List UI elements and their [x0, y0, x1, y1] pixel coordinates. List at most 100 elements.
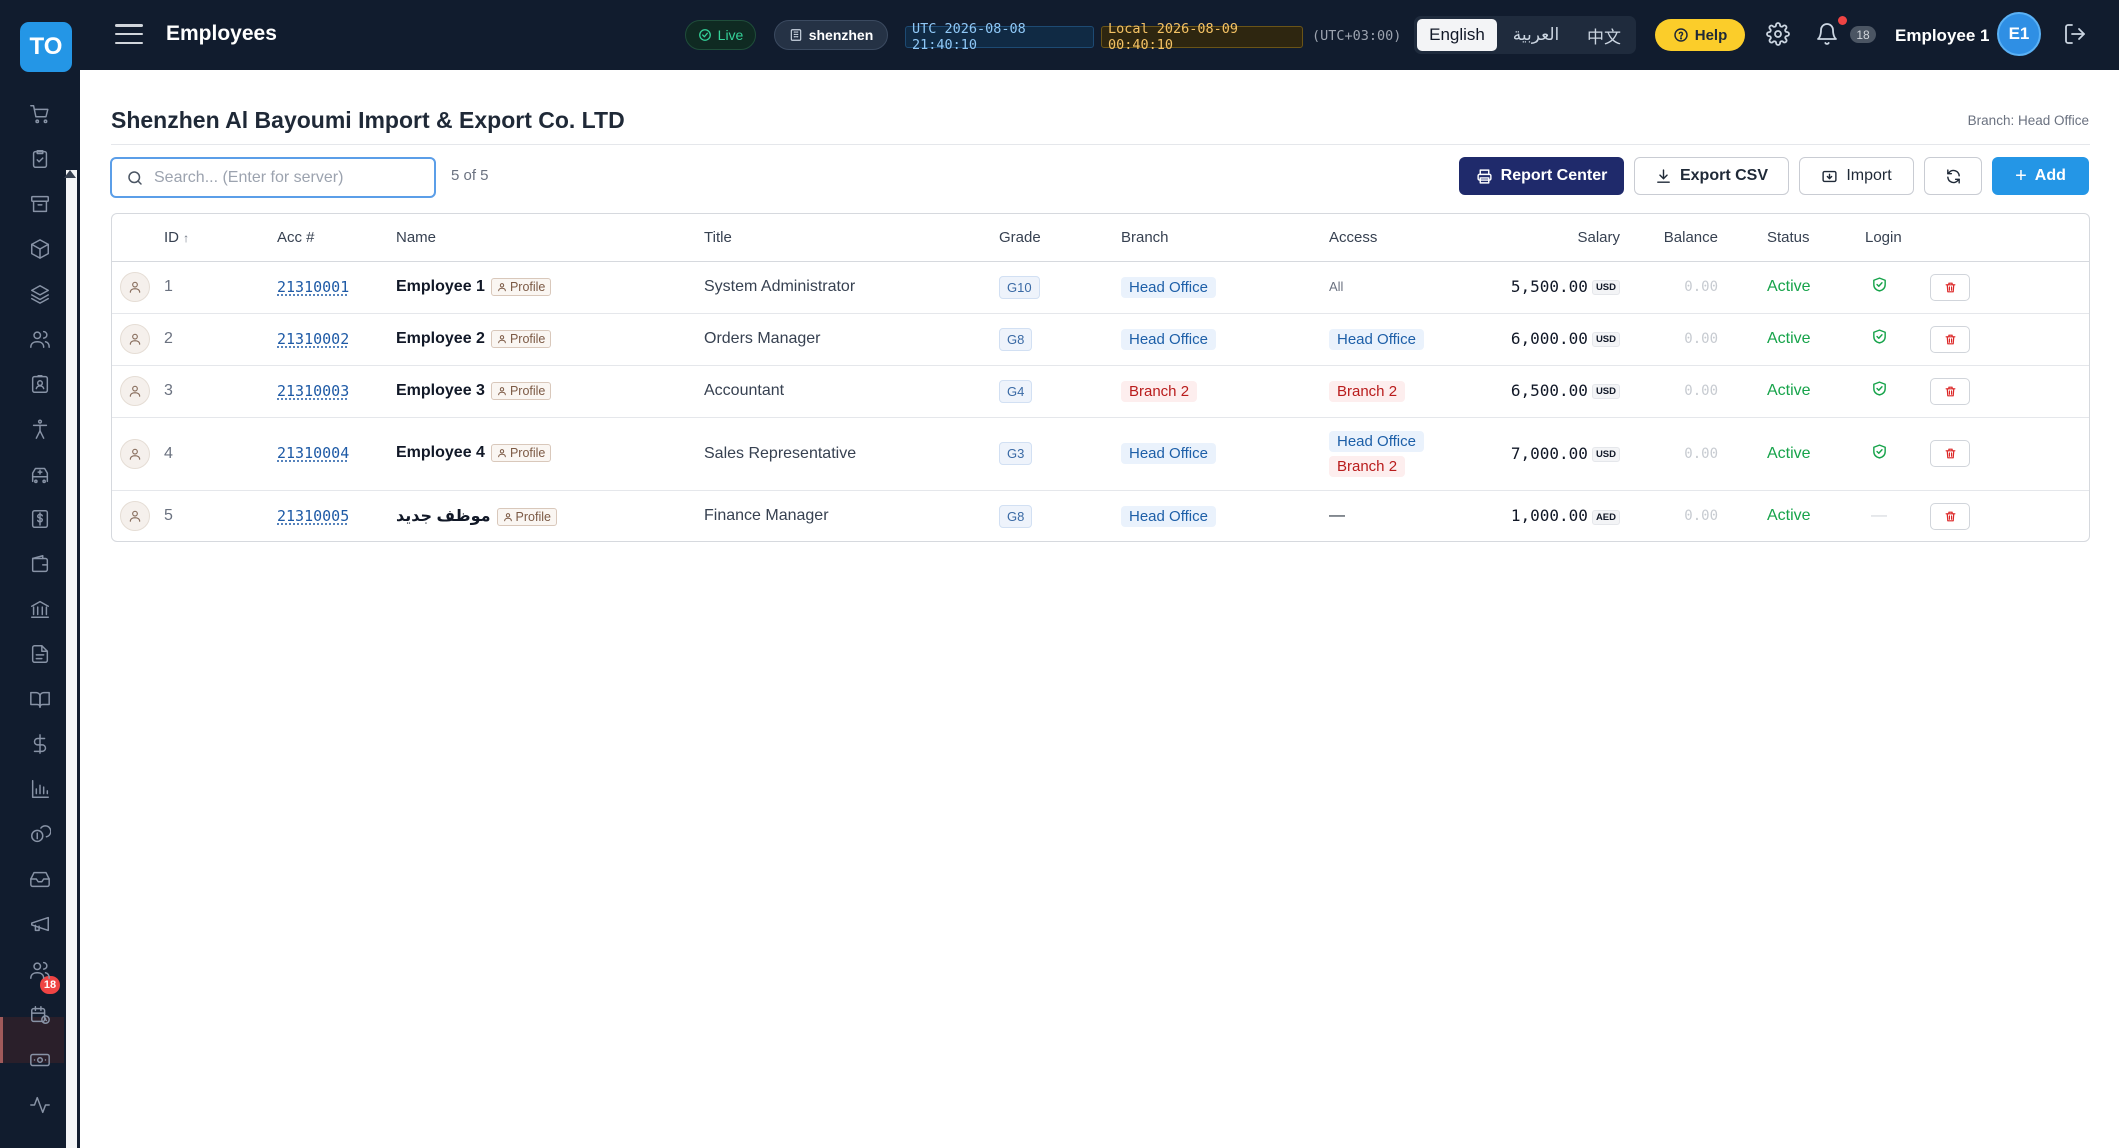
- cart-icon[interactable]: [28, 102, 52, 126]
- grade-badge: G8: [999, 327, 1033, 351]
- employee-name[interactable]: Employee 1: [396, 278, 485, 295]
- delete-button[interactable]: [1930, 273, 1970, 301]
- notification-dot: [1838, 16, 1847, 25]
- employees-icon[interactable]: [28, 958, 52, 982]
- table-row[interactable]: 4 21310004 Employee 4 Profile Sales Repre…: [112, 417, 2089, 491]
- table-row[interactable]: 5 21310005 موظف جديد Profile Finance Mana…: [112, 490, 2089, 541]
- receipt-dollar-icon[interactable]: [28, 507, 52, 531]
- employee-name[interactable]: موظف جديد: [396, 508, 491, 525]
- delete-button[interactable]: [1930, 325, 1970, 353]
- package-icon[interactable]: [28, 237, 52, 261]
- import-button[interactable]: Import: [1799, 157, 1914, 195]
- hamburger-menu-icon[interactable]: [115, 22, 143, 46]
- gear-icon[interactable]: [1766, 22, 1790, 46]
- branch-tag: Head Office: [1121, 276, 1216, 298]
- users-icon[interactable]: [28, 327, 52, 351]
- layers-icon[interactable]: [28, 282, 52, 306]
- employee-name[interactable]: Employee 4: [396, 445, 485, 462]
- report-center-button[interactable]: Report Center: [1459, 157, 1624, 195]
- column-header-salary[interactable]: Salary: [1503, 214, 1620, 262]
- account-number-link[interactable]: 21310001: [277, 278, 349, 296]
- dollar-icon[interactable]: [28, 732, 52, 756]
- profile-link[interactable]: Profile: [490, 381, 552, 400]
- id-badge-icon[interactable]: [28, 372, 52, 396]
- column-header-grade[interactable]: Grade: [999, 214, 1121, 262]
- status-badge: Active: [1767, 382, 1811, 399]
- employee-name[interactable]: Employee 2: [396, 330, 485, 347]
- scroll-up-arrow-icon[interactable]: [64, 170, 76, 178]
- activity-icon[interactable]: [28, 1093, 52, 1117]
- salary-value: 1,000.00: [1510, 506, 1588, 526]
- search-icon: [128, 170, 142, 185]
- employee-avatar-icon: [120, 324, 150, 354]
- table-row[interactable]: 3 21310003 Employee 3 Profile Accountant …: [112, 365, 2089, 418]
- account-number-link[interactable]: 21310005: [277, 507, 349, 525]
- column-header-balance[interactable]: Balance: [1620, 214, 1746, 262]
- column-header-login[interactable]: Login: [1844, 214, 1930, 262]
- delete-button[interactable]: [1930, 502, 1970, 530]
- account-number-link[interactable]: 21310002: [277, 330, 349, 348]
- cash-icon[interactable]: [28, 1048, 52, 1072]
- server-badge[interactable]: shenzhen: [774, 20, 888, 50]
- shield-check-icon[interactable]: [1871, 443, 1888, 460]
- column-header-name[interactable]: Name: [396, 214, 704, 262]
- language-arabic[interactable]: العربية: [1499, 19, 1573, 51]
- refresh-button[interactable]: [1924, 157, 1982, 195]
- column-header-access[interactable]: Access: [1329, 214, 1503, 262]
- logout-icon[interactable]: [2063, 22, 2087, 46]
- shield-check-icon[interactable]: [1871, 328, 1888, 345]
- user-icon: [498, 387, 506, 396]
- table-row[interactable]: 1 21310001 Employee 1 Profile System Admi…: [112, 261, 2089, 314]
- accessibility-icon[interactable]: [28, 417, 52, 441]
- wallet-icon[interactable]: [28, 552, 52, 576]
- search-box[interactable]: [110, 157, 436, 198]
- bank-icon[interactable]: [28, 597, 52, 621]
- user-avatar[interactable]: E1: [1997, 12, 2041, 56]
- megaphone-icon[interactable]: [28, 912, 52, 936]
- table-row[interactable]: 2 21310002 Employee 2 Profile Orders Mana…: [112, 313, 2089, 366]
- employee-title: Finance Manager: [704, 507, 829, 525]
- profile-link[interactable]: Profile: [490, 329, 552, 348]
- profile-link[interactable]: Profile: [496, 508, 557, 527]
- document-icon[interactable]: [28, 642, 52, 666]
- user-name[interactable]: Employee 1: [1895, 26, 1990, 46]
- account-number-link[interactable]: 21310004: [277, 444, 349, 462]
- column-header-acc[interactable]: Acc #: [277, 214, 396, 262]
- trash-icon: [1945, 386, 1955, 396]
- shield-check-icon[interactable]: [1871, 380, 1888, 397]
- column-header-title[interactable]: Title: [704, 214, 999, 262]
- shield-check-icon[interactable]: [1871, 276, 1888, 293]
- calendar-clock-icon[interactable]: [28, 1003, 52, 1027]
- language-chinese[interactable]: 中文: [1575, 19, 1633, 51]
- book-icon[interactable]: [28, 687, 52, 711]
- delete-button[interactable]: [1930, 377, 1970, 405]
- archive-icon[interactable]: [28, 192, 52, 216]
- access-none: —: [1329, 507, 1345, 525]
- search-input[interactable]: [154, 168, 414, 187]
- inbox-icon[interactable]: [28, 867, 52, 891]
- column-header-actions: [1930, 214, 2089, 262]
- account-number-link[interactable]: 21310003: [277, 382, 349, 400]
- column-header-id[interactable]: ID ↑: [164, 214, 277, 262]
- column-header-status[interactable]: Status: [1746, 214, 1844, 262]
- sidebar-scrollbar[interactable]: [66, 170, 77, 1148]
- ambulance-icon[interactable]: [28, 462, 52, 486]
- employee-avatar-icon: [120, 438, 150, 469]
- balance-value: 0.00: [1684, 383, 1718, 399]
- language-english[interactable]: English: [1417, 19, 1497, 51]
- clipboard-check-icon[interactable]: [28, 147, 52, 171]
- status-badge: Active: [1767, 330, 1811, 347]
- profile-link[interactable]: Profile: [490, 277, 552, 296]
- bar-chart-icon[interactable]: [28, 777, 52, 801]
- column-header-branch[interactable]: Branch: [1121, 214, 1329, 262]
- add-button[interactable]: + Add: [1992, 157, 2089, 195]
- bell-icon[interactable]: [1815, 22, 1839, 46]
- export-csv-button[interactable]: Export CSV: [1634, 157, 1789, 195]
- delete-button[interactable]: [1930, 440, 1970, 467]
- employee-name[interactable]: Employee 3: [396, 382, 485, 399]
- coins-icon[interactable]: [28, 822, 52, 846]
- app-logo[interactable]: TO: [20, 22, 72, 72]
- profile-link[interactable]: Profile: [490, 444, 552, 463]
- help-button[interactable]: Help: [1655, 19, 1745, 51]
- currency-badge: USD: [1591, 332, 1620, 348]
